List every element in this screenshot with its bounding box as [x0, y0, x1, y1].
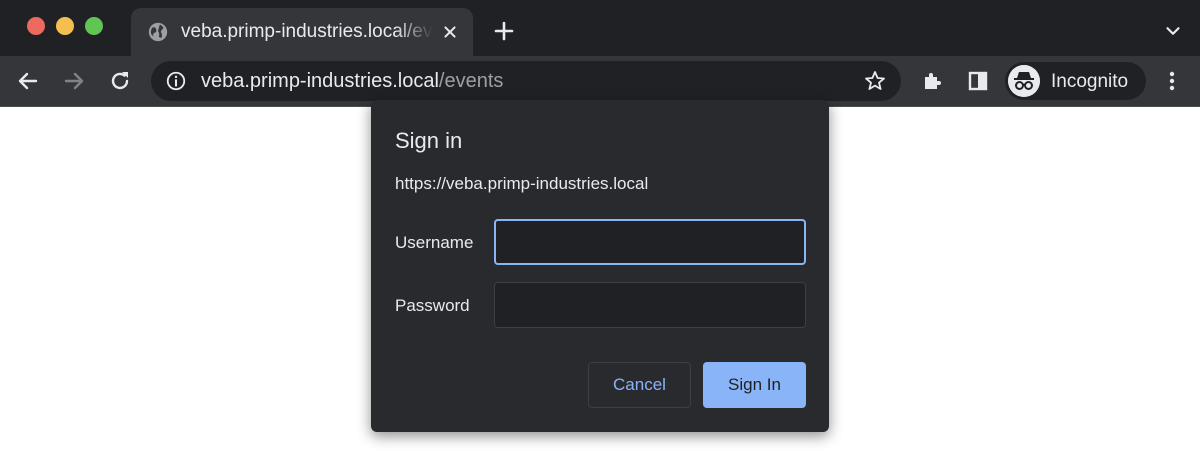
dialog-title: Sign in	[395, 128, 463, 153]
sign-in-button[interactable]: Sign In	[703, 362, 806, 408]
back-arrow-icon[interactable]	[16, 69, 40, 93]
star-icon[interactable]	[863, 69, 887, 93]
active-tab[interactable]: veba.primp-industries.local/events	[131, 8, 473, 56]
extensions-puzzle-icon[interactable]	[921, 69, 945, 93]
side-panel-icon[interactable]	[966, 69, 990, 93]
sign-in-dialog: Sign in https://veba.primp-industries.lo…	[371, 100, 829, 432]
window-minimize-button[interactable]	[56, 17, 74, 35]
incognito-profile-button[interactable]: Incognito	[1005, 62, 1146, 100]
tab-strip: veba.primp-industries.local/events	[0, 0, 1200, 56]
password-label: Password	[395, 296, 470, 315]
url-text: veba.primp-industries.local/events	[201, 70, 503, 93]
chevron-down-icon[interactable]	[1162, 20, 1184, 42]
password-field[interactable]	[494, 282, 806, 328]
username-label: Username	[395, 233, 474, 252]
globe-icon	[148, 22, 168, 42]
window-zoom-button[interactable]	[85, 17, 103, 35]
forward-arrow-icon[interactable]	[62, 69, 86, 93]
dialog-origin: https://veba.primp-industries.local	[395, 174, 649, 193]
plus-icon[interactable]	[492, 19, 516, 43]
username-field[interactable]	[494, 219, 806, 265]
tab-title: veba.primp-industries.local/events	[181, 21, 433, 42]
url-path: /events	[438, 70, 504, 92]
incognito-icon	[1008, 65, 1040, 97]
more-vert-icon[interactable]	[1160, 69, 1184, 93]
window-close-button[interactable]	[27, 17, 45, 35]
reload-icon[interactable]	[108, 69, 132, 93]
info-icon[interactable]	[165, 70, 187, 92]
address-bar[interactable]: veba.primp-industries.local/events	[151, 61, 901, 101]
url-host: veba.primp-industries.local	[201, 70, 439, 92]
close-icon[interactable]	[439, 21, 461, 43]
incognito-label: Incognito	[1051, 71, 1129, 92]
cancel-button[interactable]: Cancel	[588, 362, 691, 408]
